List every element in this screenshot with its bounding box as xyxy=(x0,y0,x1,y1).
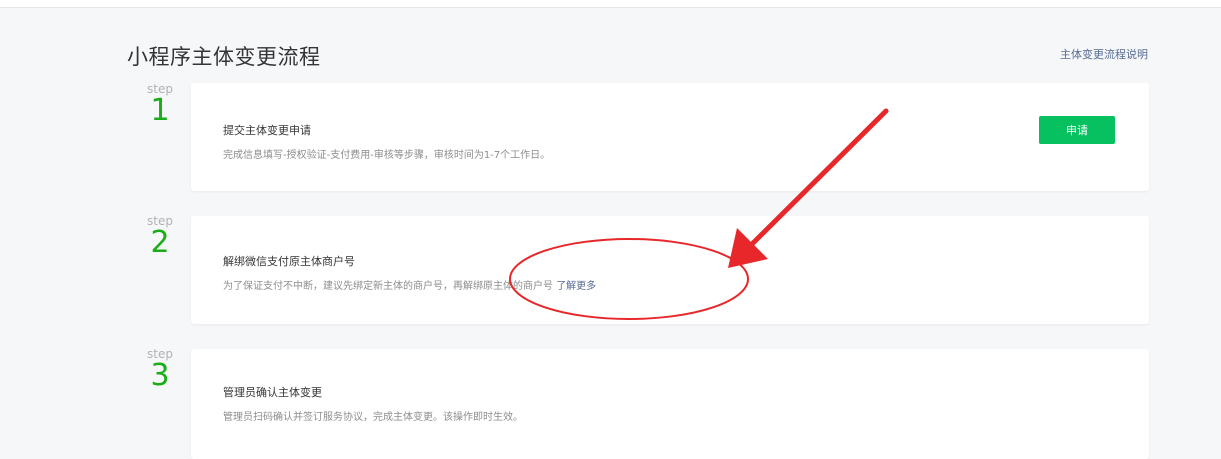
step-description: 完成信息填写-授权验证-支付费用-审核等步骤，审核时间为1-7个工作日。 xyxy=(223,150,551,161)
step-description-text: 为了保证支付不中断，建议先绑定新主体的商户号，再解绑原主体的商户号 xyxy=(223,281,553,292)
learn-more-link[interactable]: 了解更多 xyxy=(556,281,596,292)
step-marker-3: step 3 xyxy=(130,347,190,391)
step-title: 管理员确认主体变更 xyxy=(223,386,322,399)
step-description: 管理员扫码确认并签订服务协议，完成主体变更。该操作即时生效。 xyxy=(223,412,523,423)
apply-button[interactable]: 申请 xyxy=(1039,116,1115,144)
step-number: 1 xyxy=(150,93,170,128)
step-number: 2 xyxy=(150,225,170,260)
step-card-1: 提交主体变更申请 完成信息填写-授权验证-支付费用-审核等步骤，审核时间为1-7… xyxy=(191,83,1149,191)
step-description: 为了保证支付不中断，建议先绑定新主体的商户号，再解绑原主体的商户号 了解更多 xyxy=(223,277,596,292)
step-title: 解绑微信支付原主体商户号 xyxy=(223,255,355,268)
step-number: 3 xyxy=(150,358,170,393)
top-bar xyxy=(0,0,1221,8)
step-card-2: 解绑微信支付原主体商户号 为了保证支付不中断，建议先绑定新主体的商户号，再解绑原… xyxy=(191,216,1149,324)
step-title: 提交主体变更申请 xyxy=(223,124,311,137)
page-title: 小程序主体变更流程 xyxy=(127,45,321,69)
process-help-link[interactable]: 主体变更流程说明 xyxy=(1060,46,1148,62)
step-marker-1: step 1 xyxy=(130,82,190,126)
step-marker-2: step 2 xyxy=(130,214,190,258)
step-card-3: 管理员确认主体变更 管理员扫码确认并签订服务协议，完成主体变更。该操作即时生效。 xyxy=(191,349,1149,459)
